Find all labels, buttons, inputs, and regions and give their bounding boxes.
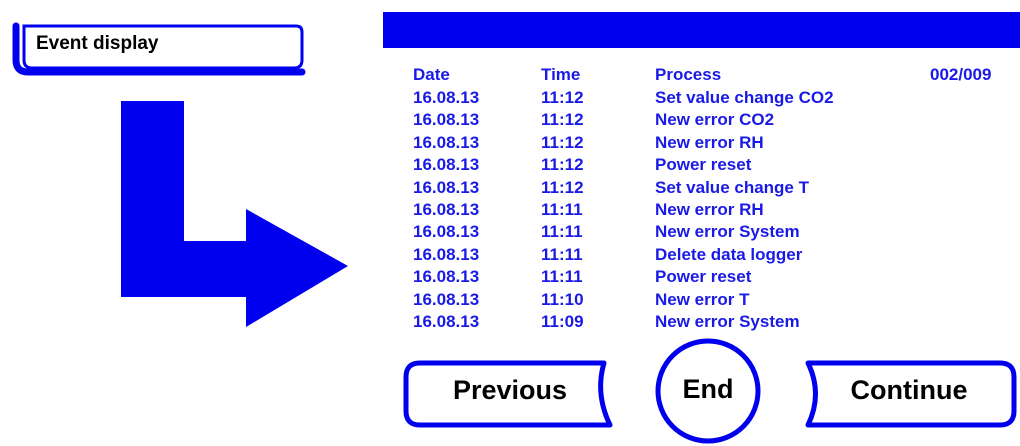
end-button[interactable]: End — [654, 337, 762, 445]
cell-date: 16.08.13 — [413, 155, 480, 175]
end-button-label: End — [682, 374, 734, 404]
cell-date: 16.08.13 — [413, 222, 480, 242]
cell-time: 11:12 — [541, 155, 584, 175]
cell-date: 16.08.13 — [413, 200, 480, 219]
cell-process: New error CO2 — [655, 110, 775, 130]
cell-date: 16.08.13 — [413, 88, 480, 107]
column-header-time: Time — [541, 65, 581, 84]
cell-date: 16.08.13 — [413, 244, 480, 264]
cell-process: Delete data logger — [655, 244, 803, 264]
cell-time: 11:10 — [541, 289, 584, 309]
cell-time: 11:12 — [541, 132, 584, 152]
cell-date: 16.08.13 — [413, 289, 480, 309]
cell-process: Power reset — [655, 155, 752, 175]
previous-button[interactable]: Previous — [402, 359, 618, 429]
cell-process: New error RH — [655, 200, 764, 219]
event-log-table: Date Time Process 002/009 16.08.13 11:12 S… — [0, 0, 1020, 340]
cell-date: 16.08.13 — [413, 132, 480, 152]
cell-date: 16.08.13 — [413, 110, 480, 130]
cell-process: Set value change CO2 — [655, 88, 834, 107]
cell-time: 11:12 — [541, 88, 584, 107]
cell-date: 16.08.13 — [413, 267, 480, 287]
previous-button-label: Previous — [452, 375, 568, 405]
cell-process: New error System — [655, 312, 800, 331]
cell-time: 11:11 — [541, 267, 583, 287]
cell-time: 11:11 — [541, 244, 583, 264]
cell-time: 11:11 — [541, 222, 583, 242]
cell-process: New error System — [655, 222, 800, 242]
cell-process: New error RH — [655, 132, 764, 152]
cell-time: 11:09 — [541, 312, 584, 331]
cell-date: 16.08.13 — [413, 312, 480, 331]
cell-time: 11:12 — [541, 110, 584, 130]
cell-process: Power reset — [655, 267, 752, 287]
continue-button[interactable]: Continue — [800, 359, 1018, 429]
cell-process: New error T — [655, 289, 750, 309]
cell-time: 11:12 — [541, 177, 584, 197]
page-indicator: 002/009 — [930, 65, 992, 84]
cell-process: Set value change T — [655, 177, 809, 197]
column-header-process: Process — [655, 65, 722, 84]
column-header-date: Date — [413, 65, 450, 84]
cell-date: 16.08.13 — [413, 177, 480, 197]
cell-time: 11:11 — [541, 200, 583, 219]
continue-button-label: Continue — [850, 375, 968, 405]
